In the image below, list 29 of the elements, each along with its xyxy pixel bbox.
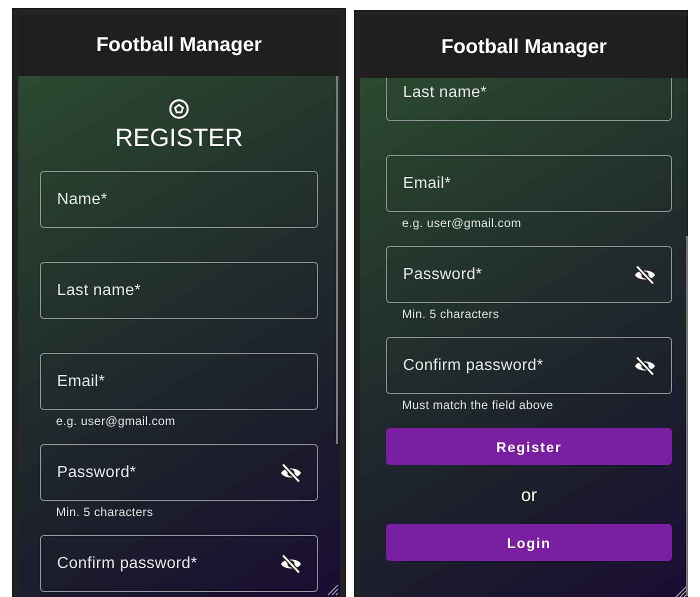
input-field[interactable]: Password* <box>386 246 672 303</box>
login-button[interactable]: Login <box>386 524 672 561</box>
input-field[interactable]: Last name* <box>386 78 672 121</box>
separator-text: or <box>520 484 538 507</box>
helper-text: e.g. user@gmail.com <box>401 215 522 230</box>
scrollbar[interactable] <box>686 236 688 596</box>
resize-grip-icon[interactable] <box>675 586 687 597</box>
input-field[interactable]: Last name* <box>40 262 318 319</box>
eye-slash-icon[interactable] <box>633 262 657 286</box>
helper-text: Min. 5 characters <box>401 306 500 321</box>
scrollbar[interactable] <box>336 76 338 444</box>
input-field[interactable]: Confirm password* <box>40 535 318 592</box>
resize-grip-icon[interactable] <box>327 584 339 596</box>
eye-slash-icon[interactable] <box>633 354 657 378</box>
helper-text: e.g. user@gmail.com <box>55 413 176 428</box>
helper-text: Must match the field above <box>401 397 554 412</box>
eye-slash-icon[interactable] <box>279 552 303 576</box>
input-field[interactable]: Confirm password* <box>386 337 672 394</box>
eye-slash-icon[interactable] <box>279 460 303 484</box>
page-heading: REGISTER <box>115 124 243 153</box>
app-title: Football Manager <box>441 36 607 58</box>
input-field[interactable]: Email* <box>386 155 672 212</box>
app-title: Football Manager <box>96 34 262 56</box>
input-field[interactable]: Name* <box>40 171 318 228</box>
register-button[interactable]: Register <box>386 428 672 465</box>
input-field[interactable]: Email* <box>40 353 318 410</box>
helper-text: Min. 5 characters <box>55 504 154 519</box>
soccer-ball-icon <box>168 98 190 120</box>
input-field[interactable]: Password* <box>40 444 318 501</box>
